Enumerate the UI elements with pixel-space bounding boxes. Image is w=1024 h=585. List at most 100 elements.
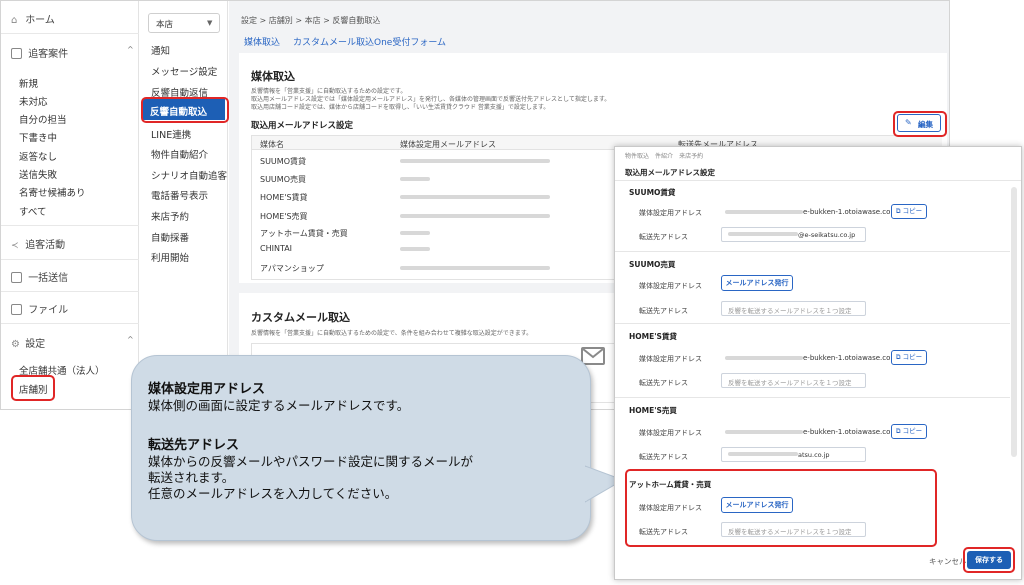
activity-icon: ≺	[11, 241, 19, 251]
nav-item-all[interactable]: すべて	[19, 204, 46, 218]
redacted-text	[725, 430, 803, 434]
field-label: 媒体設定用アドレス	[639, 429, 702, 437]
nav-item-no-reply[interactable]: 返答なし	[19, 149, 57, 163]
redacted-text	[400, 159, 550, 163]
field-label: 転送先アドレス	[639, 307, 688, 315]
left-nav: ⌂ ホーム 追客案件 ^ 新規 未対応 自分の担当 下書き中 返答なし 送信失敗…	[1, 1, 139, 409]
section-heading: SUUMO売買	[629, 260, 676, 269]
copy-icon: ⧉	[895, 207, 901, 215]
field-label: 媒体設定用アドレス	[639, 209, 702, 217]
column-header: 媒体設定用メールアドレス	[400, 140, 496, 149]
divider	[1, 225, 139, 226]
sub-item-line[interactable]: LINE連携	[151, 127, 191, 141]
chevron-up-icon[interactable]: ^	[127, 45, 134, 54]
nav-item-send-failed[interactable]: 送信失敗	[19, 167, 57, 181]
issue-address-button[interactable]: メールアドレス発行	[721, 275, 793, 291]
callout-balloon: 媒体設定用アドレス 媒体側の画面に設定するメールアドレスです。 転送先アドレス …	[131, 355, 591, 541]
chevron-up-icon[interactable]: ^	[127, 335, 134, 344]
nav-item-unhandled[interactable]: 未対応	[19, 94, 48, 108]
nav-item-mine[interactable]: 自分の担当	[19, 112, 67, 126]
table-row: SUUMO賃貸	[260, 157, 306, 166]
section-heading: HOME'S売買	[629, 406, 677, 415]
copy-icon: ⧉	[895, 427, 901, 435]
settings-sub-nav: 本店 ▼ 通知 メッセージ設定 反響自動返信 反響自動取込 LINE連携 物件自…	[140, 1, 228, 409]
highlight-box	[141, 97, 229, 123]
redacted-text	[725, 356, 803, 360]
table-row: HOME'S賃貸	[260, 193, 308, 202]
copy-button[interactable]: ⧉ コピー	[891, 204, 927, 219]
nav-item-merge[interactable]: 名寄せ候補あり	[19, 185, 86, 199]
divider	[1, 323, 139, 324]
tab-custom-mail[interactable]: カスタムメール取込	[293, 35, 374, 48]
sub-item-numbering[interactable]: 自動採番	[151, 230, 189, 244]
nav-inquiry[interactable]: 追客案件	[11, 45, 68, 60]
sub-item-scenario[interactable]: シナリオ自動追客	[151, 168, 227, 182]
divider	[615, 251, 1010, 252]
forward-address-input[interactable]: @e-seikatsu.co.jp	[721, 227, 866, 242]
forward-address-input[interactable]: atsu.co.jp	[721, 447, 866, 462]
field-label: 転送先アドレス	[639, 379, 688, 387]
redacted-text	[400, 177, 430, 181]
divider	[1, 259, 139, 260]
nav-item-new[interactable]: 新規	[19, 76, 38, 90]
mail-icon	[581, 347, 605, 365]
modal-title: 取込用メールアドレス設定	[625, 168, 715, 177]
scrollbar[interactable]	[1011, 187, 1017, 457]
field-label: 媒体設定用アドレス	[639, 355, 702, 363]
sub-item-phone[interactable]: 電話番号表示	[151, 188, 208, 202]
section-heading: SUUMO賃貸	[629, 188, 676, 197]
breadcrumb-item[interactable]: 設定	[241, 16, 257, 25]
section-title: 媒体取込	[251, 70, 295, 83]
sub-item-notify[interactable]: 通知	[151, 43, 170, 57]
highlight-box	[11, 375, 55, 401]
sub-item-start[interactable]: 利用開始	[151, 250, 189, 264]
highlight-box	[625, 469, 937, 547]
tab-media[interactable]: 媒体取込	[244, 35, 280, 48]
list-icon	[11, 48, 22, 59]
redacted-text	[400, 247, 430, 251]
media-address-value: e-bukken-1.otoiawase.com	[803, 208, 898, 216]
divider	[615, 180, 1021, 181]
sub-item-visit[interactable]: 来店予約	[151, 209, 189, 223]
description-line: 取込用店舗コード設定では、媒体から店舗コードを取得し、「いい生活賃貸クラウド 営…	[251, 104, 550, 111]
tab-one-form[interactable]: One受付フォーム	[374, 35, 446, 48]
nav-settings[interactable]: ⚙ 設定	[11, 335, 45, 350]
copy-icon: ⧉	[895, 353, 901, 361]
nav-bulk-send[interactable]: 一括送信	[11, 269, 68, 284]
media-address-value: e-bukken-1.otoiawase.com	[803, 428, 898, 436]
sub-item-message[interactable]: メッセージ設定	[151, 64, 217, 78]
background-text: 物件取込 件紹介 来店予約	[625, 153, 704, 160]
field-label: 媒体設定用アドレス	[639, 282, 702, 290]
table-row: CHINTAI	[260, 244, 293, 253]
redacted-text	[400, 231, 430, 235]
nav-item-draft[interactable]: 下書き中	[19, 130, 57, 144]
sub-item-property[interactable]: 物件自動紹介	[151, 147, 208, 161]
callout-text: 任意のメールアドレスを入力してください。	[148, 486, 398, 501]
store-select[interactable]: 本店 ▼	[148, 13, 220, 33]
highlight-box	[963, 547, 1015, 573]
nav-activity[interactable]: ≺ 追客活動	[11, 236, 65, 251]
nav-file[interactable]: ファイル	[11, 301, 68, 316]
table-row: HOME'S売買	[260, 212, 308, 221]
cancel-button[interactable]: キャンセル	[929, 556, 967, 567]
nav-home[interactable]: ⌂ ホーム	[11, 11, 55, 26]
forward-address-input[interactable]: 反響を転送するメールアドレスを１つ設定	[721, 373, 866, 388]
description-line: 反響情報を「営業支援」に自動取込するための設定で、条件を組み合わせて複雑な取込設…	[251, 330, 533, 337]
media-address-value: e-bukken-1.otoiawase.com	[803, 354, 898, 362]
section-heading: HOME'S賃貸	[629, 332, 677, 341]
copy-button[interactable]: ⧉ コピー	[891, 350, 927, 365]
column-header: 媒体名	[260, 140, 284, 149]
divider	[615, 397, 1010, 398]
breadcrumb-item[interactable]: 店舗別	[269, 16, 293, 25]
table-row: アットホーム賃貸・売買	[260, 229, 348, 238]
home-icon: ⌂	[11, 15, 18, 26]
mail-icon	[11, 272, 22, 283]
redacted-text	[400, 214, 550, 218]
copy-button[interactable]: ⧉ コピー	[891, 424, 927, 439]
redacted-text	[400, 195, 550, 199]
redacted-text	[725, 210, 803, 214]
store-select-value: 本店	[156, 20, 174, 30]
forward-address-input[interactable]: 反響を転送するメールアドレスを１つ設定	[721, 301, 866, 316]
file-icon	[11, 304, 22, 315]
breadcrumb-item[interactable]: 本店	[305, 16, 321, 25]
